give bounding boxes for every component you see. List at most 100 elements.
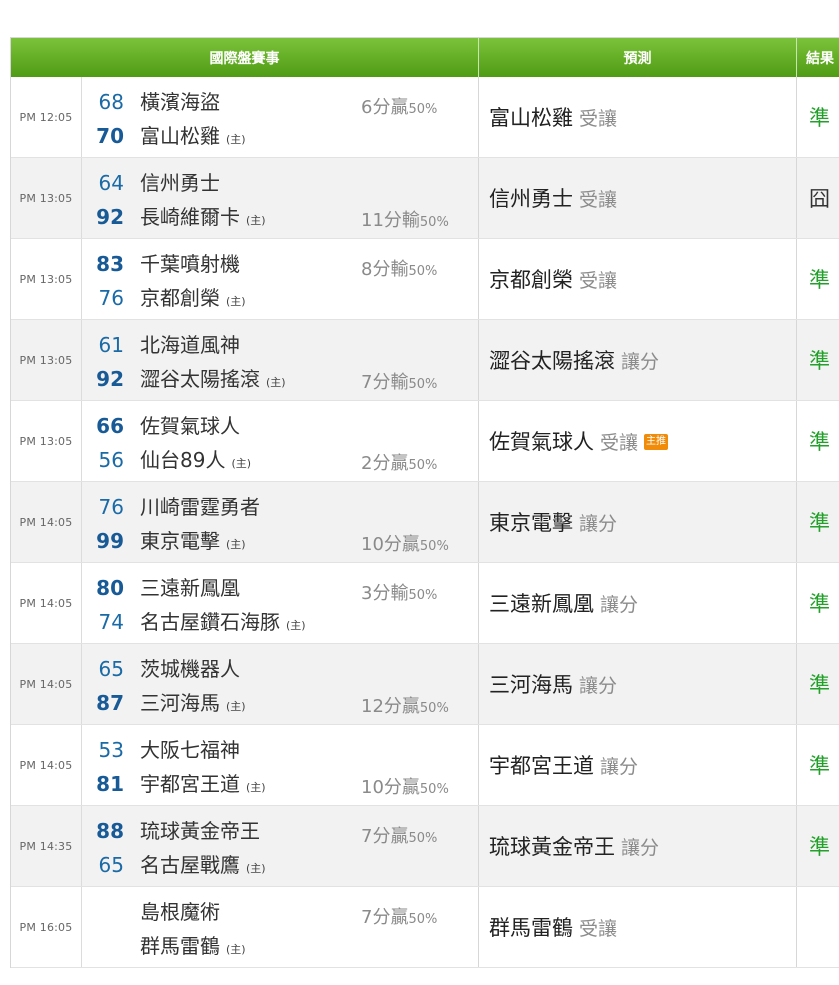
spread-text: 12分贏50%	[361, 692, 449, 718]
away-team-name[interactable]: 北海道風神	[140, 329, 240, 358]
table-row[interactable]: PM 13:05 66 佐賀氣球人 56 仙台89人 (主) 2分贏50% 佐賀氣球人 受讓 主推…	[11, 401, 839, 482]
home-team: 92 澀谷太陽搖滾 (主)	[82, 363, 286, 392]
home-team-name[interactable]: 京都創榮	[140, 282, 220, 311]
table-row[interactable]: PM 13:05 83 千葉噴射機 76 京都創榮 (主) 8分輸50% 京都創榮 受讓準	[11, 239, 839, 320]
game-time: PM 13:05	[11, 401, 82, 481]
prediction-cell: 三河海馬 讓分	[479, 644, 797, 724]
prediction-team: 群馬雷鶴	[489, 916, 573, 940]
home-score: 76	[98, 286, 124, 310]
home-team-name[interactable]: 宇都宮王道	[140, 768, 240, 797]
spread-text: 3分輸50%	[361, 579, 437, 605]
prediction-cell: 澀谷太陽搖滾 讓分	[479, 320, 797, 400]
result-cell: 準	[809, 349, 830, 373]
prediction-cell: 東京電擊 讓分	[479, 482, 797, 562]
home-marker: (主)	[246, 214, 266, 227]
home-marker: (主)	[246, 862, 266, 875]
spread-value: 7分輸	[361, 372, 409, 393]
prediction-type: 讓分	[579, 512, 618, 535]
table-row[interactable]: PM 13:05 64 信州勇士 92 長崎維爾卡 (主) 11分輸50% 信州勇士 受讓囧	[11, 158, 839, 239]
away-score: 76	[98, 495, 124, 519]
spread-percent: 50%	[408, 102, 438, 117]
home-marker: (主)	[286, 619, 306, 632]
home-team-name[interactable]: 三河海馬	[140, 687, 220, 716]
spread-text: 11分輸50%	[361, 206, 449, 232]
spread-value: 10分贏	[361, 534, 420, 555]
table-row[interactable]: PM 12:05 68 橫濱海盜 70 富山松雞 (主) 6分贏50% 富山松雞 受讓準	[11, 77, 839, 158]
result-cell: 準	[809, 430, 830, 454]
away-score: 83	[96, 252, 124, 276]
game-time: PM 12:05	[11, 77, 82, 157]
prediction-type: 受讓	[579, 269, 618, 292]
prediction-team: 琉球黃金帝王	[489, 835, 615, 859]
home-score: 92	[96, 205, 124, 229]
home-marker: (主)	[226, 700, 246, 713]
spread-percent: 50%	[419, 782, 449, 797]
spread-text: 8分輸50%	[361, 255, 437, 281]
spread-value: 6分贏	[361, 97, 409, 118]
table-row[interactable]: PM 14:05 76 川崎雷霆勇者 99 東京電擊 (主) 10分贏50% 東京電擊 讓分準	[11, 482, 839, 563]
match-cell: 66 佐賀氣球人 56 仙台89人 (主) 2分贏50%	[82, 401, 479, 481]
game-time: PM 14:05	[11, 725, 82, 805]
away-team-name[interactable]: 茨城機器人	[140, 653, 240, 682]
prediction-cell: 富山松雞 受讓	[479, 77, 797, 157]
home-team-name[interactable]: 澀谷太陽搖滾	[140, 363, 260, 392]
game-time: PM 13:05	[11, 239, 82, 319]
result-cell: 準	[809, 754, 830, 778]
spread-percent: 50%	[419, 539, 449, 554]
away-team-name[interactable]: 三遠新鳳凰	[140, 572, 240, 601]
prediction-type: 受讓	[600, 431, 639, 454]
away-score: 61	[98, 333, 124, 357]
away-team-name[interactable]: 大阪七福神	[140, 734, 240, 763]
prediction-type: 受讓	[579, 917, 618, 940]
away-team-name[interactable]: 琉球黃金帝王	[140, 815, 260, 844]
home-team-name[interactable]: 名古屋鑽石海豚	[140, 606, 280, 635]
away-team-name[interactable]: 橫濱海盜	[140, 86, 220, 115]
match-cell: 80 三遠新鳳凰 74 名古屋鑽石海豚 (主) 3分輸50%	[82, 563, 479, 643]
away-team: 68 橫濱海盜	[82, 86, 220, 115]
away-team-name[interactable]: 信州勇士	[140, 167, 220, 196]
table-row[interactable]: PM 14:05 53 大阪七福神 81 宇都宮王道 (主) 10分贏50% 宇都宮王道 讓分準	[11, 725, 839, 806]
table-row[interactable]: PM 14:35 88 琉球黃金帝王 65 名古屋戰鷹 (主) 7分贏50% 琉球黃金帝王 讓分…	[11, 806, 839, 887]
spread-percent: 50%	[408, 264, 438, 279]
home-score: 92	[96, 367, 124, 391]
result-cell	[797, 887, 839, 967]
home-team: 92 長崎維爾卡 (主)	[82, 201, 266, 230]
away-team-name[interactable]: 佐賀氣球人	[140, 410, 240, 439]
home-marker: (主)	[266, 376, 286, 389]
spread-value: 2分贏	[361, 453, 409, 474]
table-row[interactable]: PM 16:05 島根魔術 群馬雷鶴 (主) 7分贏50% 群馬雷鶴 受讓	[11, 887, 839, 968]
match-cell: 53 大阪七福神 81 宇都宮王道 (主) 10分贏50%	[82, 725, 479, 805]
spread-percent: 50%	[419, 215, 449, 230]
table-row[interactable]: PM 14:05 80 三遠新鳳凰 74 名古屋鑽石海豚 (主) 3分輸50% 三遠新鳳凰 讓分…	[11, 563, 839, 644]
home-score: 81	[96, 772, 124, 796]
away-team: 88 琉球黃金帝王	[82, 815, 260, 844]
home-team-name[interactable]: 名古屋戰鷹	[140, 849, 240, 878]
spread-percent: 50%	[408, 377, 438, 392]
home-team-name[interactable]: 長崎維爾卡	[140, 201, 240, 230]
home-score: 56	[98, 448, 124, 472]
prediction-cell: 信州勇士 受讓	[479, 158, 797, 238]
away-team: 80 三遠新鳳凰	[82, 572, 240, 601]
prediction-team: 京都創榮	[489, 268, 573, 292]
home-team-name[interactable]: 富山松雞	[140, 120, 220, 149]
prediction-cell: 三遠新鳳凰 讓分	[479, 563, 797, 643]
home-team: 87 三河海馬 (主)	[82, 687, 246, 716]
spread-text: 7分贏50%	[361, 903, 437, 929]
spread-percent: 50%	[408, 912, 438, 927]
home-team-name[interactable]: 東京電擊	[140, 525, 220, 554]
table-row[interactable]: PM 14:05 65 茨城機器人 87 三河海馬 (主) 12分贏50% 三河海馬 讓分準	[11, 644, 839, 725]
home-team: 76 京都創榮 (主)	[82, 282, 246, 311]
away-team-name[interactable]: 川崎雷霆勇者	[140, 491, 260, 520]
home-team-name[interactable]: 仙台89人	[140, 444, 225, 473]
featured-badge: 主推	[644, 434, 669, 450]
away-team-name[interactable]: 千葉噴射機	[140, 248, 240, 277]
prediction-cell: 京都創榮 受讓	[479, 239, 797, 319]
away-team-name[interactable]: 島根魔術	[140, 896, 220, 925]
home-team: 65 名古屋戰鷹 (主)	[82, 849, 266, 878]
home-team: 99 東京電擊 (主)	[82, 525, 245, 554]
result-cell: 準	[809, 268, 830, 292]
home-team: 群馬雷鶴 (主)	[82, 930, 246, 959]
table-row[interactable]: PM 13:05 61 北海道風神 92 澀谷太陽搖滾 (主) 7分輸50% 澀谷太陽搖滾 讓分…	[11, 320, 839, 401]
prediction-team: 佐賀氣球人	[489, 430, 594, 454]
home-team-name[interactable]: 群馬雷鶴	[140, 930, 220, 959]
